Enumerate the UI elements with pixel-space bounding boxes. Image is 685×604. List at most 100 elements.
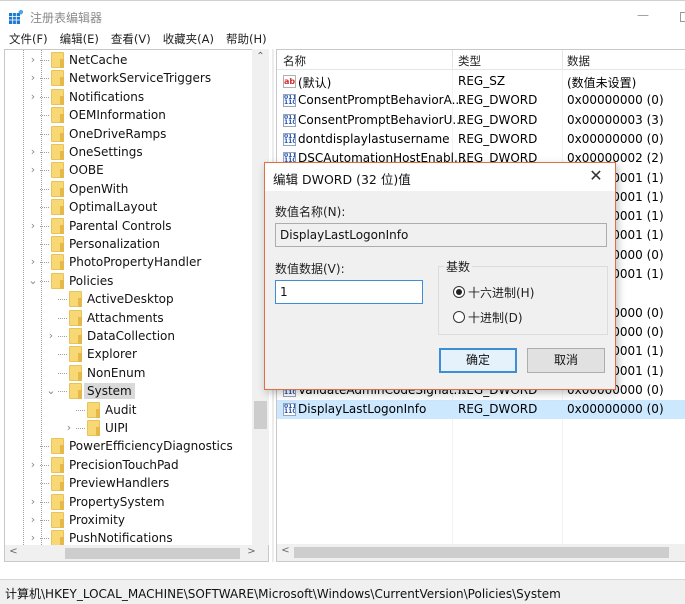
tree-item[interactable]: › PrecisionTouchPad: [5, 456, 255, 474]
tree-item[interactable]: OEMInformation: [5, 106, 255, 124]
folder-icon: [51, 107, 64, 124]
cancel-button[interactable]: 取消: [527, 348, 605, 373]
tree-item[interactable]: Personalization: [5, 235, 255, 253]
tree-item[interactable]: ⌄ System: [5, 382, 255, 400]
tree-item-label: Proximity: [69, 513, 125, 527]
menu-favorites[interactable]: 收藏夹(A): [163, 30, 214, 48]
tree-item[interactable]: PowerEfficiencyDiagnostics: [5, 437, 255, 455]
list-row[interactable]: 011 110 dontdisplaylastusername REG_DWORD 0…: [277, 130, 685, 149]
menu-help[interactable]: 帮助(H): [226, 30, 267, 48]
folder-icon: [51, 217, 64, 234]
tree-connector: [58, 372, 67, 374]
chevron-right-icon[interactable]: ›: [28, 531, 38, 545]
tree-item[interactable]: OpenWith: [5, 180, 255, 198]
minimize-button[interactable]: —: [636, 7, 650, 23]
column-separator[interactable]: [562, 50, 563, 70]
tree-item-label: ActiveDesktop: [87, 292, 174, 307]
tree-horizontal-scrollbar[interactable]: < >: [4, 545, 269, 562]
menu-file[interactable]: 文件(F): [9, 30, 48, 48]
tree-item[interactable]: OneDriveRamps: [5, 125, 255, 143]
folder-icon: [69, 383, 82, 400]
scroll-right-icon[interactable]: >: [243, 546, 260, 557]
list-row[interactable]: 011 110 DisplayLastLogonInfo REG_DWORD 0x00…: [277, 400, 685, 420]
chevron-right-icon[interactable]: ›: [28, 163, 38, 177]
list-row[interactable]: ab (默认) REG_SZ (数值未设置): [277, 72, 685, 91]
column-header-data[interactable]: 数据: [567, 53, 590, 69]
tree-item[interactable]: › PhotoPropertyHandler: [5, 253, 255, 271]
chevron-right-icon[interactable]: ›: [28, 255, 38, 269]
chevron-down-icon[interactable]: ⌄: [28, 274, 38, 288]
tree-item-label: NetworkServiceTriggers: [69, 71, 212, 86]
scroll-up-icon[interactable]: ⌃: [252, 51, 269, 62]
list-horizontal-scroll-thumb[interactable]: [294, 547, 669, 558]
chevron-right-icon[interactable]: ›: [28, 458, 38, 472]
tree-horizontal-scroll-thumb[interactable]: [65, 548, 240, 559]
chevron-right-icon[interactable]: ›: [28, 495, 38, 509]
tree-connector: [40, 78, 49, 80]
tree-item[interactable]: NonEnum: [5, 364, 255, 382]
tree-item[interactable]: › PropertySystem: [5, 493, 255, 511]
tree-item[interactable]: › Proximity: [5, 511, 255, 529]
tree-item[interactable]: › OneSettings: [5, 143, 255, 161]
close-icon[interactable]: ✕: [587, 167, 605, 185]
column-separator[interactable]: [452, 50, 453, 70]
list-row[interactable]: 011 110 ConsentPromptBehaviorA... REG_DWOR…: [277, 91, 685, 110]
tree-item[interactable]: OptimalLayout: [5, 198, 255, 216]
tree-item[interactable]: › UIPI: [5, 419, 255, 437]
radio-decimal[interactable]: 十进制(D): [453, 309, 523, 325]
list-horizontal-scrollbar[interactable]: <: [277, 544, 685, 561]
chevron-right-icon[interactable]: ›: [28, 90, 38, 104]
tree-connector: [40, 262, 49, 264]
radio-button-icon[interactable]: [453, 286, 465, 298]
scroll-left-icon[interactable]: <: [277, 545, 294, 556]
dialog-title-bar[interactable]: 编辑 DWORD (32 位)值 ✕: [265, 163, 615, 191]
menu-view[interactable]: 查看(V): [111, 30, 151, 48]
menu-edit[interactable]: 编辑(E): [60, 30, 99, 48]
chevron-down-icon[interactable]: ⌄: [46, 384, 56, 398]
value-data-input[interactable]: 1: [275, 280, 423, 304]
tree-item[interactable]: › NetworkServiceTriggers: [5, 69, 255, 87]
value-type: REG_DWORD: [458, 112, 538, 127]
folder-icon: [87, 401, 100, 418]
tree-item[interactable]: › DataCollection: [5, 327, 255, 345]
radio-hexadecimal[interactable]: 十六进制(H): [453, 284, 534, 300]
tree-item[interactable]: PreviewHandlers: [5, 474, 255, 492]
tree-connector: [40, 152, 49, 153]
tree-item[interactable]: › Parental Controls: [5, 217, 255, 235]
chevron-right-icon[interactable]: ›: [28, 145, 38, 159]
tree-vertical-scroll-thumb[interactable]: [254, 401, 267, 429]
chevron-right-icon[interactable]: ›: [64, 421, 74, 435]
value-name: (默认): [298, 76, 332, 90]
folder-icon: [51, 199, 64, 216]
tree-connector: [40, 170, 49, 172]
value-type: REG_DWORD: [458, 93, 538, 108]
tree-connector: [40, 225, 49, 227]
tree-item[interactable]: › Notifications: [5, 88, 255, 106]
tree-item[interactable]: Audit: [5, 401, 255, 419]
tree-item[interactable]: Explorer: [5, 345, 255, 363]
list-row[interactable]: 011 110 ConsentPromptBehaviorU... REG_DWOR…: [277, 111, 685, 130]
scroll-left-icon[interactable]: <: [5, 546, 22, 557]
folder-icon: [51, 512, 64, 528]
dialog-title: 编辑 DWORD (32 位)值: [273, 172, 411, 187]
chevron-right-icon[interactable]: ›: [28, 219, 38, 233]
chevron-right-icon[interactable]: ›: [28, 71, 38, 85]
tree-connector: [58, 317, 67, 319]
tree-item[interactable]: › NetCache: [5, 51, 255, 69]
tree-item[interactable]: ActiveDesktop: [5, 290, 255, 308]
column-header-type[interactable]: 类型: [458, 53, 481, 69]
chevron-right-icon[interactable]: ›: [28, 513, 38, 527]
radio-button-icon[interactable]: [453, 311, 465, 323]
ok-button[interactable]: 确定: [439, 348, 517, 373]
chevron-right-icon[interactable]: ›: [28, 53, 38, 67]
tree-connector: [40, 96, 49, 98]
registry-tree[interactable]: › NetCache › NetworkServiceTriggers › Notific…: [4, 49, 269, 561]
chevron-right-icon[interactable]: ›: [46, 329, 56, 343]
tree-item[interactable]: › OOBE: [5, 161, 255, 179]
tree-item[interactable]: Attachments: [5, 309, 255, 327]
maximize-button[interactable]: [680, 12, 685, 22]
column-header-name[interactable]: 名称: [283, 53, 306, 69]
tree-connector: [40, 483, 49, 485]
tree-item[interactable]: ⌄ Policies: [5, 272, 255, 290]
folder-icon: [51, 438, 64, 455]
